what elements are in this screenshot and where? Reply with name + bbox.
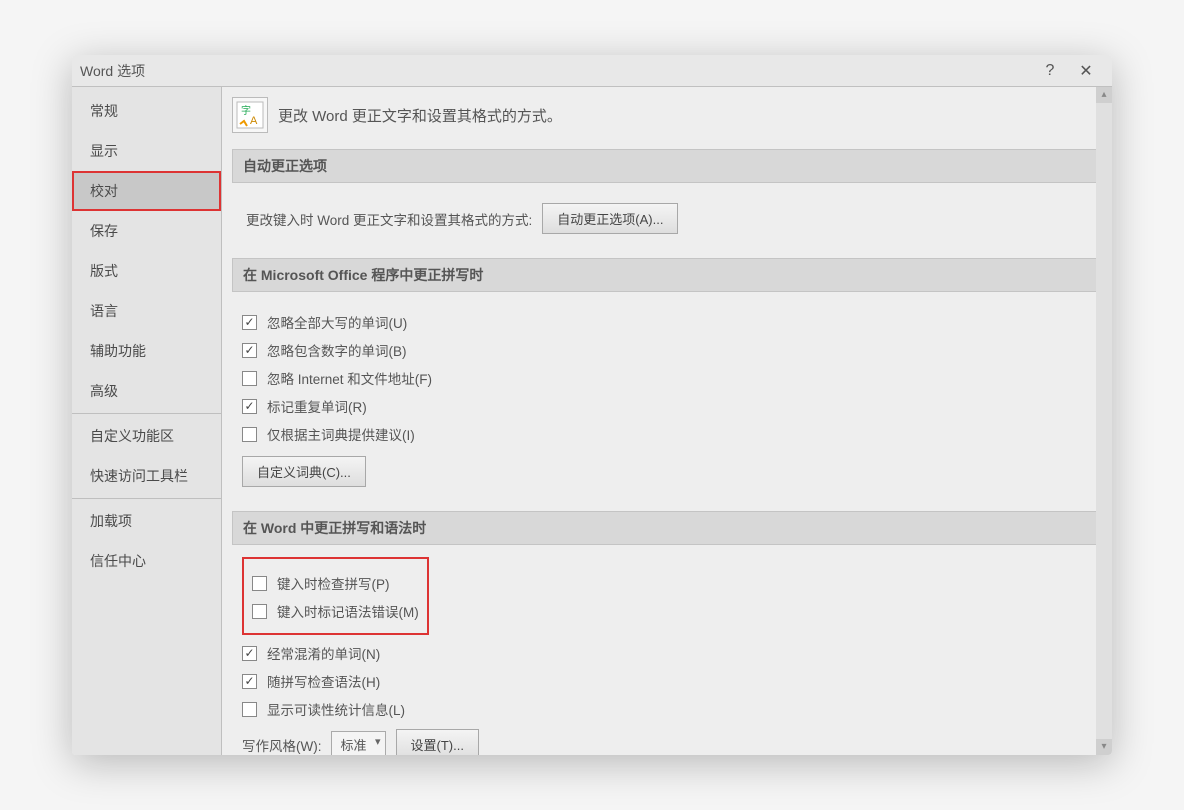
checkbox-label: 忽略全部大写的单词(U) <box>267 312 407 332</box>
sidebar-item-advanced[interactable]: 高级 <box>72 371 221 411</box>
sidebar-item-display[interactable]: 显示 <box>72 131 221 171</box>
content-pane: 字 A 更改 Word 更正文字和设置其格式的方式。 自动更正选项 更改键入时 … <box>222 87 1112 755</box>
checkbox-ignore-numbers[interactable] <box>242 343 257 358</box>
sidebar-item-customize-ribbon[interactable]: 自定义功能区 <box>72 416 221 456</box>
scrollbar[interactable]: ▴ ▾ <box>1096 87 1112 755</box>
page-title: 更改 Word 更正文字和设置其格式的方式。 <box>278 105 562 126</box>
writing-style-settings-button[interactable]: 设置(T)... <box>396 729 479 755</box>
checkbox-mark-grammar-typing[interactable] <box>252 604 267 619</box>
checkbox-confused-words[interactable] <box>242 646 257 661</box>
sidebar-item-qat[interactable]: 快速访问工具栏 <box>72 456 221 496</box>
checkbox-label: 经常混淆的单词(N) <box>267 643 380 663</box>
autocorrect-options-button[interactable]: 自动更正选项(A)... <box>542 203 678 234</box>
checkbox-ignore-internet[interactable] <box>242 371 257 386</box>
sidebar-item-addins[interactable]: 加载项 <box>72 501 221 541</box>
sidebar-item-trust-center[interactable]: 信任中心 <box>72 541 221 581</box>
sidebar-item-general[interactable]: 常规 <box>72 91 221 131</box>
checkbox-main-dict-only[interactable] <box>242 427 257 442</box>
titlebar: Word 选项 ? ✕ <box>72 55 1112 87</box>
section-autocorrect-header: 自动更正选项 <box>232 149 1100 183</box>
highlighted-checkbox-group: 键入时检查拼写(P) 键入时标记语法错误(M) <box>242 557 429 635</box>
autocorrect-desc: 更改键入时 Word 更正文字和设置其格式的方式: <box>246 209 532 229</box>
checkbox-label: 显示可读性统计信息(L) <box>267 699 405 719</box>
sidebar-divider <box>72 413 221 414</box>
window-title: Word 选项 <box>80 61 1032 81</box>
checkbox-label: 随拼写检查语法(H) <box>267 671 380 691</box>
sidebar-item-save[interactable]: 保存 <box>72 211 221 251</box>
checkbox-check-grammar-with-spelling[interactable] <box>242 674 257 689</box>
checkbox-flag-repeated[interactable] <box>242 399 257 414</box>
scroll-up-icon[interactable]: ▴ <box>1096 87 1112 103</box>
sidebar-item-layout[interactable]: 版式 <box>72 251 221 291</box>
checkbox-label: 键入时标记语法错误(M) <box>277 601 419 621</box>
proofing-icon: 字 A <box>232 97 268 133</box>
sidebar: 常规 显示 校对 保存 版式 语言 辅助功能 高级 自定义功能区 快速访问工具栏… <box>72 87 222 755</box>
checkbox-label: 忽略包含数字的单词(B) <box>267 340 407 360</box>
sidebar-item-accessibility[interactable]: 辅助功能 <box>72 331 221 371</box>
sidebar-item-language[interactable]: 语言 <box>72 291 221 331</box>
checkbox-readability-stats[interactable] <box>242 702 257 717</box>
checkbox-label: 忽略 Internet 和文件地址(F) <box>267 368 432 388</box>
scroll-down-icon[interactable]: ▾ <box>1096 739 1112 755</box>
custom-dictionaries-button[interactable]: 自定义词典(C)... <box>242 456 366 487</box>
svg-text:A: A <box>250 115 258 127</box>
writing-style-label: 写作风格(W): <box>242 735 321 755</box>
section-word-spell-header: 在 Word 中更正拼写和语法时 <box>232 511 1100 545</box>
checkbox-check-spelling-typing[interactable] <box>252 576 267 591</box>
checkbox-label: 仅根据主词典提供建议(I) <box>267 424 415 444</box>
section-office-spell-header: 在 Microsoft Office 程序中更正拼写时 <box>232 258 1100 292</box>
checkbox-ignore-uppercase[interactable] <box>242 315 257 330</box>
sidebar-item-proofing[interactable]: 校对 <box>72 171 221 211</box>
close-button[interactable]: ✕ <box>1068 61 1104 81</box>
help-button[interactable]: ? <box>1032 62 1068 80</box>
checkbox-label: 标记重复单词(R) <box>267 396 367 416</box>
writing-style-select[interactable]: 标准 <box>331 731 385 755</box>
word-options-dialog: Word 选项 ? ✕ 常规 显示 校对 保存 版式 语言 辅助功能 高级 自定… <box>72 55 1112 755</box>
sidebar-divider <box>72 498 221 499</box>
checkbox-label: 键入时检查拼写(P) <box>277 573 390 593</box>
